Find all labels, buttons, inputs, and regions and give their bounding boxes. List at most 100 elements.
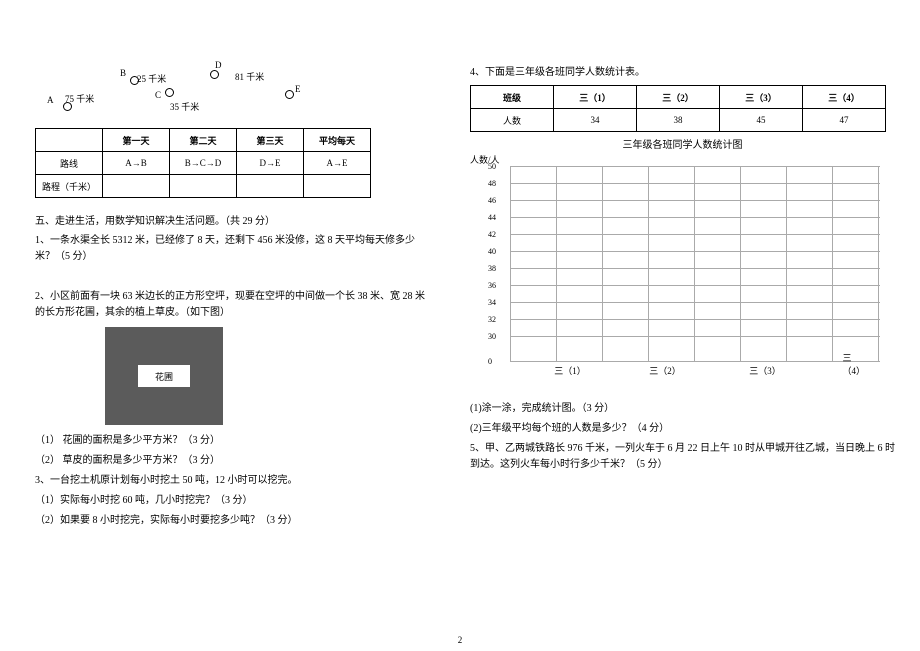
cell: 平均每天	[304, 129, 371, 152]
table-row: 路程（千米）	[36, 175, 371, 198]
dist-bc: 25 千米	[137, 72, 166, 85]
cell: 38	[637, 109, 720, 132]
cell	[304, 175, 371, 198]
chart-title: 三年级各班同学人数统计图	[470, 136, 895, 151]
cell: 45	[720, 109, 803, 132]
left-column: A B C D E 75 千米 25 千米 35 千米 81 千米 第一天 第二…	[0, 0, 455, 651]
ytick: 38	[510, 268, 880, 269]
q3a: （1）实际每小时挖 60 吨，几小时挖完？（3 分）	[35, 493, 430, 509]
ytick: 0	[510, 361, 880, 362]
cell: 路线	[36, 152, 103, 175]
table-row: 班级 三（1） 三（2） 三（3） 三（4）	[471, 86, 886, 109]
q1: 1、一条水渠全长 5312 米，已经修了 8 天，还剩下 456 米没修，这 8…	[35, 233, 430, 265]
cell: A→B	[103, 152, 170, 175]
xgrid	[832, 166, 833, 361]
cell	[103, 175, 170, 198]
q2: 2、小区前面有一块 63 米边长的正方形空坪，现要在空坪的中间做一个长 38 米…	[35, 289, 430, 321]
ytick: 36	[510, 285, 880, 286]
xgrid	[740, 166, 741, 361]
q2a: （1） 花圃的面积是多少平方米？（3 分）	[35, 433, 430, 449]
label-b: B	[120, 68, 126, 78]
ytick: 44	[510, 217, 880, 218]
chart-frame	[510, 166, 880, 361]
label-c: C	[155, 90, 161, 100]
q2b: （2） 草皮的面积是多少平方米？（3 分）	[35, 453, 430, 469]
q4-sub2: (2)三年级平均每个班的人数是多少？（4 分）	[470, 421, 895, 437]
flowerbed-box: 花圃	[138, 365, 190, 387]
section5-title: 五、走进生活，用数学知识解决生活问题。（共 29 分）	[35, 212, 430, 227]
ytick-label: 32	[488, 315, 496, 324]
cell: 47	[803, 109, 886, 132]
ytick: 32	[510, 319, 880, 320]
cell	[237, 175, 304, 198]
ytick-label: 40	[488, 247, 496, 256]
q4-sub1: (1)涂一涂，完成统计图。（3 分）	[470, 401, 895, 417]
ytick: 42	[510, 234, 880, 235]
ytick: 46	[510, 200, 880, 201]
ytick-label: 0	[488, 357, 492, 366]
ytick: 50	[510, 166, 880, 167]
cell: 第三天	[237, 129, 304, 152]
ytick-label: 36	[488, 281, 496, 290]
xgrid	[556, 166, 557, 361]
xgrid	[694, 166, 695, 361]
ytick: 48	[510, 183, 880, 184]
cell: 三（4）	[803, 86, 886, 109]
xcat: 三（4）	[843, 351, 868, 377]
route-diagram: A B C D E 75 千米 25 千米 35 千米 81 千米	[55, 70, 305, 120]
dist-cd: 35 千米	[170, 100, 199, 113]
cell: 34	[554, 109, 637, 132]
ytick-label: 38	[488, 264, 496, 273]
dist-de: 81 千米	[235, 70, 264, 83]
xgrid	[510, 166, 511, 361]
ytick-label: 42	[488, 230, 496, 239]
xcat: 三（3）	[749, 364, 781, 377]
ytick: 34	[510, 302, 880, 303]
label-a: A	[47, 95, 54, 105]
route-table: 第一天 第二天 第三天 平均每天 路线 A→B B→C→D D→E A→E 路程…	[35, 128, 371, 198]
cell-blank	[36, 129, 103, 152]
ytick-label: 50	[488, 162, 496, 171]
ytick-label: 44	[488, 213, 496, 222]
xcat: 三（2）	[649, 364, 681, 377]
xgrid	[602, 166, 603, 361]
cell: 三（3）	[720, 86, 803, 109]
q5: 5、甲、乙两城铁路长 976 千米，一列火车于 6 月 22 日上午 10 时从…	[470, 441, 895, 473]
y-axis-label: 人数/人	[470, 153, 895, 166]
cell: 班级	[471, 86, 554, 109]
cell: 三（2）	[637, 86, 720, 109]
label-e: E	[295, 84, 301, 94]
dist-ab: 75 千米	[65, 92, 94, 105]
q4-title: 4、下面是三年级各班同学人数统计表。	[470, 65, 895, 81]
table-row: 第一天 第二天 第三天 平均每天	[36, 129, 371, 152]
lawn-figure: 花圃	[105, 327, 223, 425]
cell: 人数	[471, 109, 554, 132]
table-row: 路线 A→B B→C→D D→E A→E	[36, 152, 371, 175]
ytick-label: 46	[488, 196, 496, 205]
bar-chart: 50 48 46 44 42 40 38 36 34 32 30 0 三（1） …	[480, 166, 880, 391]
xcat: 三（1）	[554, 364, 586, 377]
cell: 第二天	[170, 129, 237, 152]
ytick: 40	[510, 251, 880, 252]
ytick-label: 34	[488, 298, 496, 307]
right-column: 4、下面是三年级各班同学人数统计表。 班级 三（1） 三（2） 三（3） 三（4…	[455, 0, 920, 651]
table-row: 人数 34 38 45 47	[471, 109, 886, 132]
node-d	[210, 70, 219, 79]
xgrid	[878, 166, 879, 361]
ytick: 30	[510, 336, 880, 337]
q3: 3、一台挖土机原计划每小时挖土 50 吨，12 小时可以挖完。	[35, 473, 430, 489]
cell: 路程（千米）	[36, 175, 103, 198]
xgrid	[648, 166, 649, 361]
cell: 三（1）	[554, 86, 637, 109]
flowerbed-label: 花圃	[155, 370, 173, 383]
stat-table: 班级 三（1） 三（2） 三（3） 三（4） 人数 34 38 45 47	[470, 85, 886, 132]
cell: D→E	[237, 152, 304, 175]
cell: B→C→D	[170, 152, 237, 175]
ytick-label: 48	[488, 179, 496, 188]
cell: A→E	[304, 152, 371, 175]
node-c	[165, 88, 174, 97]
ytick-label: 30	[488, 332, 496, 341]
label-d: D	[215, 60, 222, 70]
node-e	[285, 90, 294, 99]
q3b: （2）如果要 8 小时挖完，实际每小时要挖多少吨？（3 分）	[35, 513, 430, 529]
